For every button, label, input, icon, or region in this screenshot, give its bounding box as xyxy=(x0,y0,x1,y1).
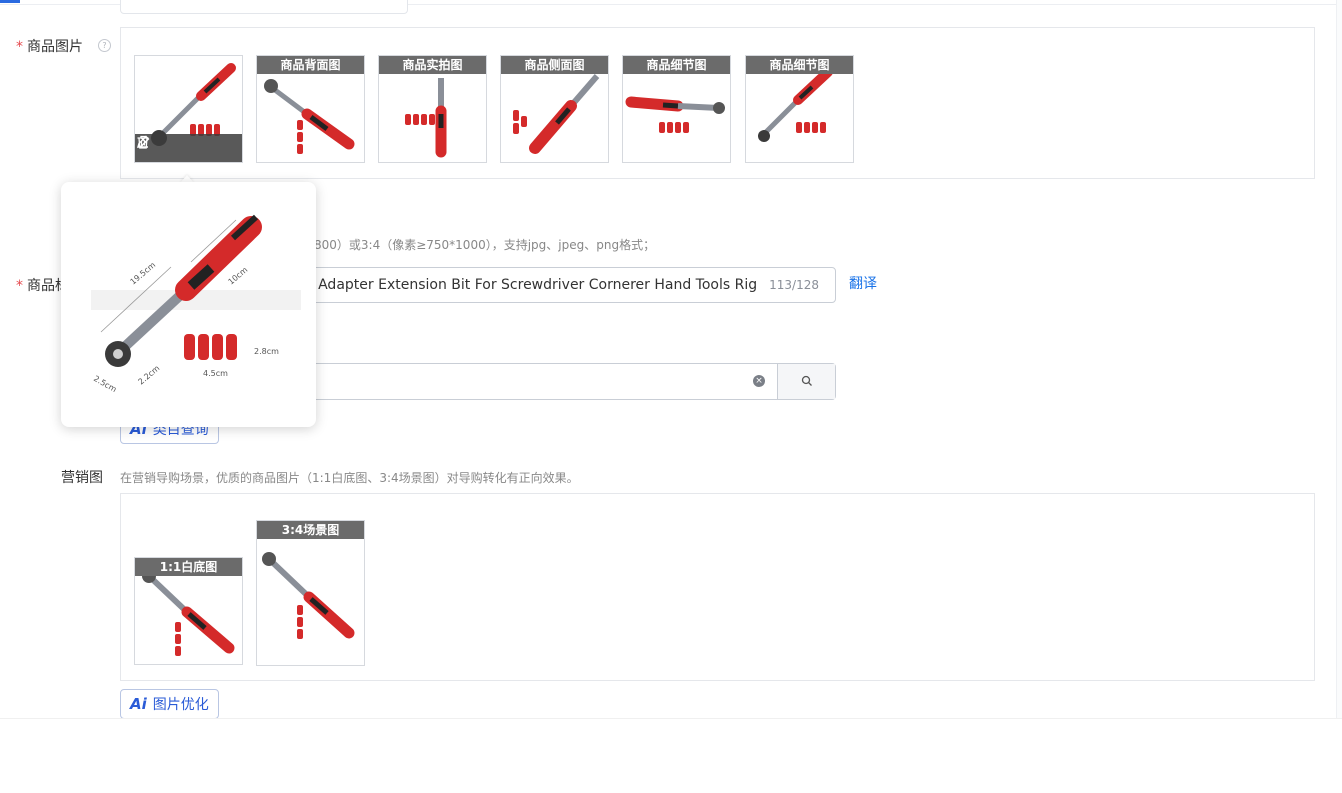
image-tag: 3:4场景图 xyxy=(257,521,364,539)
ai-image-optimize-button[interactable]: Ai 图片优化 xyxy=(120,689,219,719)
character-counter: 113/128 xyxy=(769,278,819,292)
ai-icon: Ai xyxy=(130,695,147,713)
product-image-back[interactable]: 商品背面图 xyxy=(256,55,365,163)
image-preview-popover: 19.5cm 10cm 2.8cm 4.5cm 2.5cm 2.2cm xyxy=(61,182,316,427)
marketing-image-white-bg[interactable]: 1:1白底图 xyxy=(134,557,243,665)
search-button[interactable] xyxy=(777,364,835,399)
product-image-side[interactable]: 商品侧面图 xyxy=(500,55,609,163)
dimension-label: 2.2cm xyxy=(137,363,162,386)
dimension-label: 2.5cm xyxy=(92,374,118,394)
required-mark: * xyxy=(16,278,23,294)
image-tag: 商品侧面图 xyxy=(501,56,608,74)
product-images-label-text: 商品图片 xyxy=(27,39,83,55)
image-tag: 商品实拍图 xyxy=(379,56,486,74)
product-image-photo[interactable]: 商品实拍图 xyxy=(378,55,487,163)
help-icon[interactable]: ? xyxy=(98,39,111,52)
tool-image xyxy=(262,552,355,639)
dimension-label: 19.5cm xyxy=(129,260,158,286)
preview-tool-image: 19.5cm 10cm 2.8cm 4.5cm 2.5cm 2.2cm xyxy=(91,214,301,394)
product-images-label: * 商品图片 xyxy=(16,36,83,56)
image-hover-actions xyxy=(135,134,242,162)
marketing-images-label: 营销图 xyxy=(61,470,103,486)
image-format-hint: 800）或3:4（像素≥750*1000），支持jpg、jpeg、png格式； xyxy=(314,238,656,252)
marketing-hint: 在营销导购场景，优质的商品图片（1:1白底图、3:4场景图）对导购转化有正向效果… xyxy=(120,471,579,485)
clear-icon[interactable]: × xyxy=(753,375,765,387)
search-icon xyxy=(801,372,813,391)
product-image-main[interactable] xyxy=(134,55,243,163)
image-tag: 商品背面图 xyxy=(257,56,364,74)
product-image-detail-1[interactable]: 商品细节图 xyxy=(622,55,731,163)
image-tag: 1:1白底图 xyxy=(135,558,242,576)
active-tab-indicator xyxy=(0,0,20,3)
dimension-label: 4.5cm xyxy=(203,369,228,378)
dimension-label: 2.8cm xyxy=(254,347,279,356)
dimension-label: 10cm xyxy=(227,265,250,286)
image-tag: 商品细节图 xyxy=(746,56,853,74)
right-scroll-track[interactable] xyxy=(1336,0,1342,718)
translate-link[interactable]: 翻译 xyxy=(849,273,877,293)
image-tag: 商品细节图 xyxy=(623,56,730,74)
product-image-detail-2[interactable]: 商品细节图 xyxy=(745,55,854,163)
marketing-image-scene[interactable]: 3:4场景图 xyxy=(256,520,365,666)
required-mark: * xyxy=(16,39,23,55)
previous-field-input[interactable] xyxy=(120,0,408,14)
page-bottom-area xyxy=(0,718,1342,793)
ai-image-optimize-label: 图片优化 xyxy=(152,697,209,713)
